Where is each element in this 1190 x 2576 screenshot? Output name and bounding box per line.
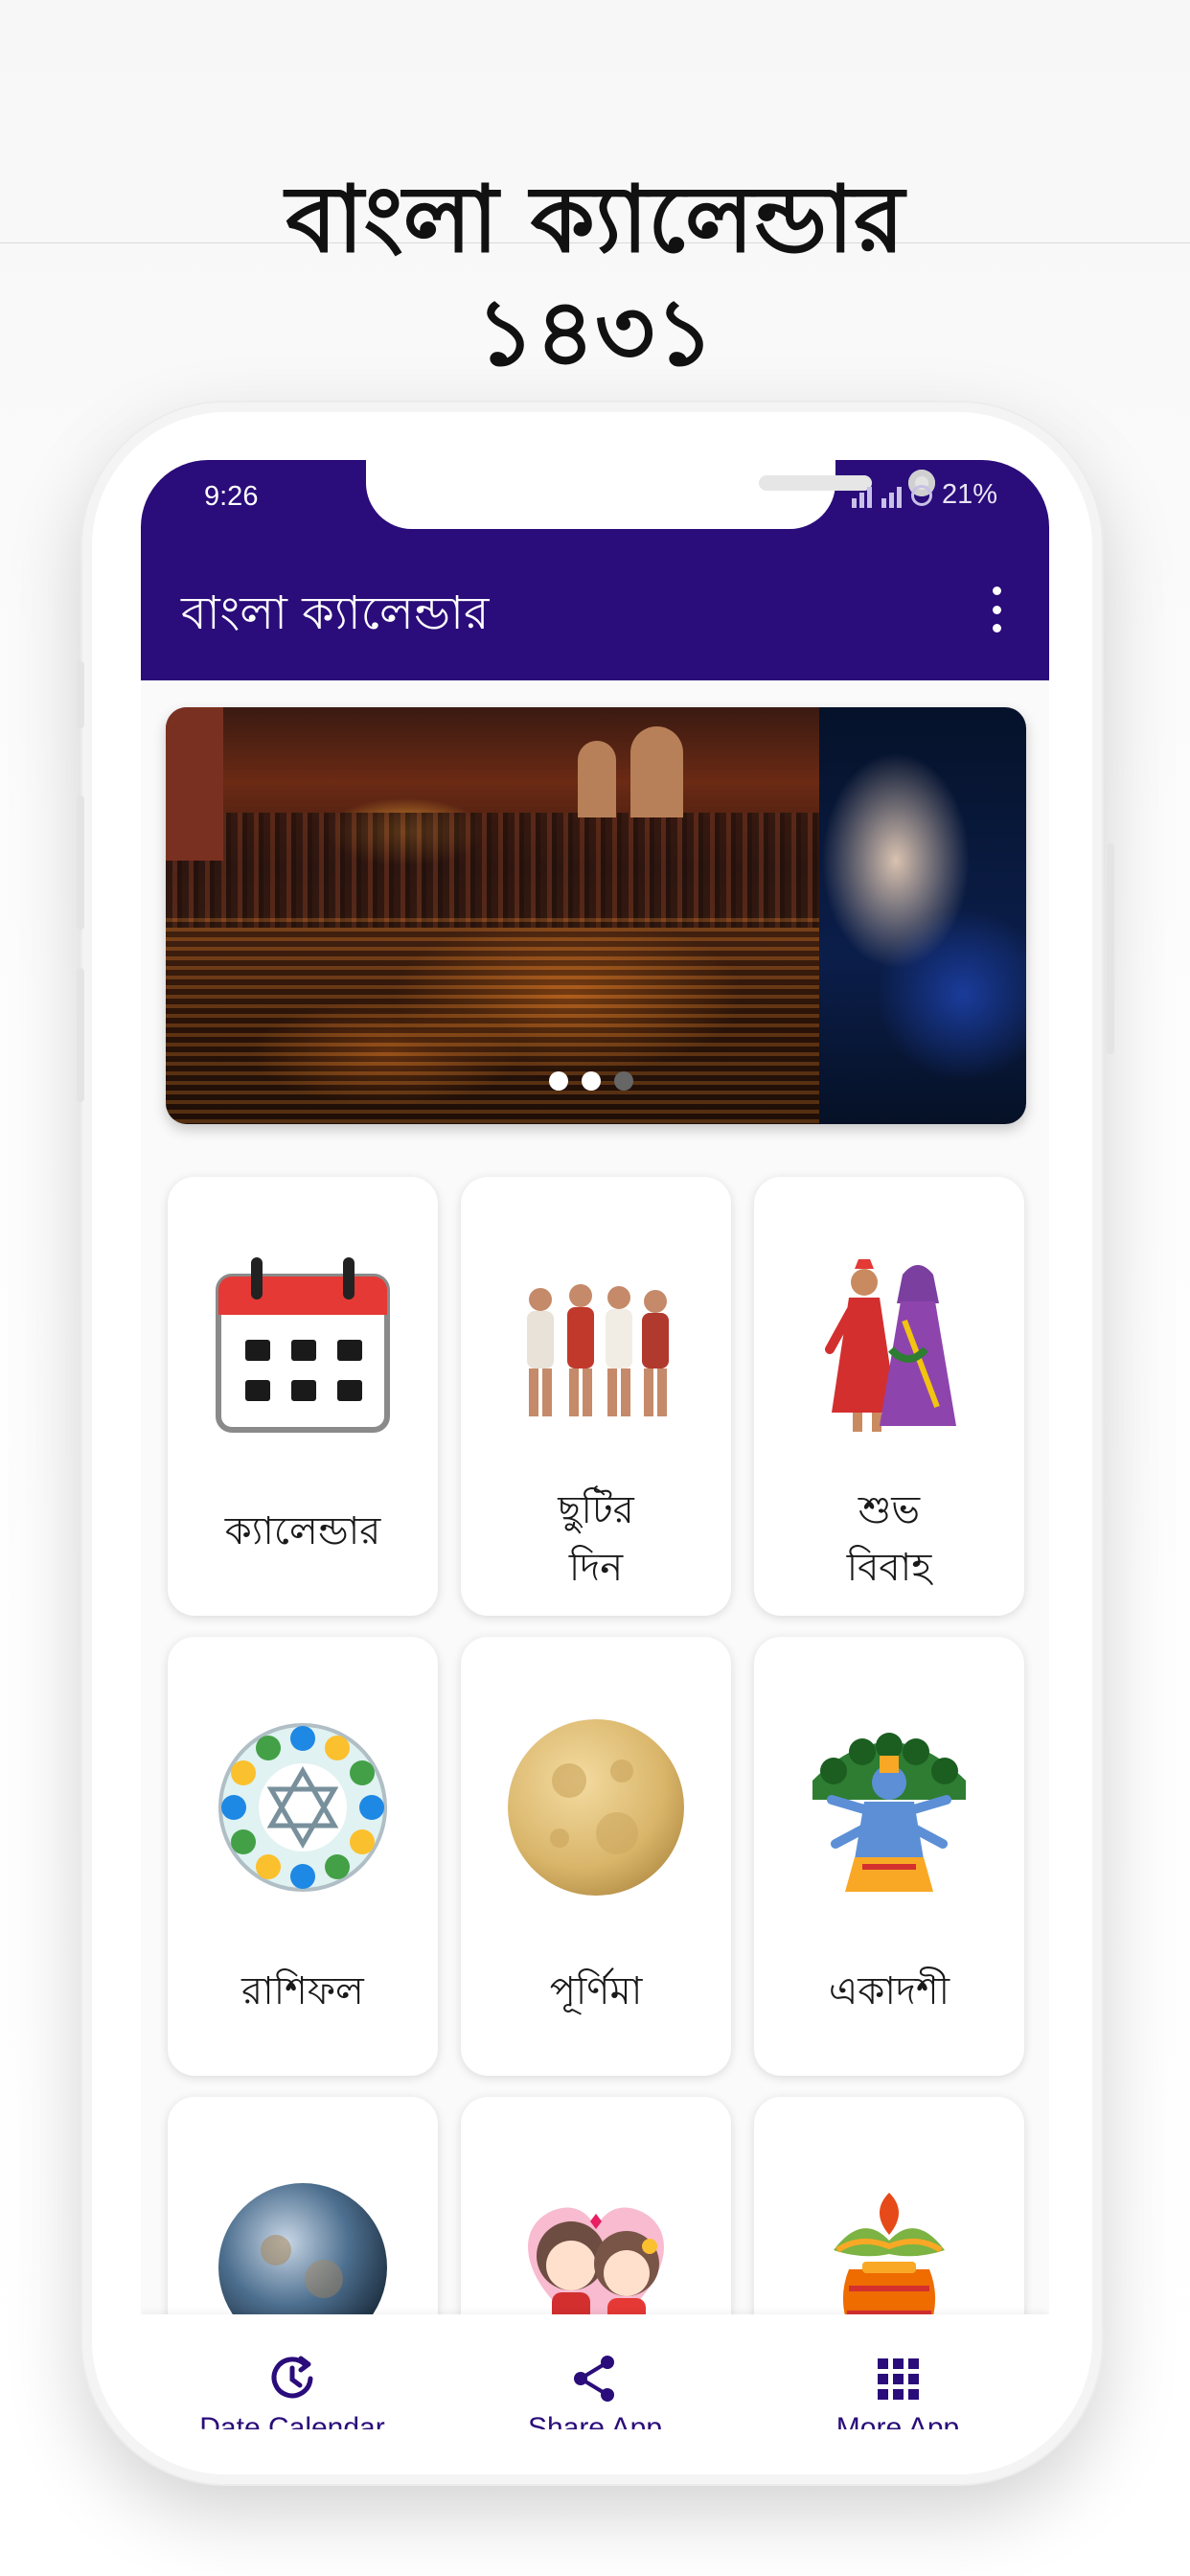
signal-icon bbox=[851, 483, 872, 508]
nav-label: Date Calendar bbox=[199, 2412, 385, 2429]
feature-label: রাশিফল bbox=[241, 1969, 364, 2013]
phone-screen: 9:26 21% বাংলা ক্যালেন্ডার ক্যালেন্ডার ছ… bbox=[141, 460, 1049, 2429]
battery-percent: 21% bbox=[941, 479, 997, 510]
phone-volume-up bbox=[77, 795, 84, 930]
vishnu-icon bbox=[812, 1733, 966, 1892]
feature-grid: ক্যালেন্ডার ছুটির দিন শুভ বিবাহ রাশিফল প… bbox=[168, 1177, 1024, 2429]
app-title: বাংলা ক্যালেন্ডার bbox=[181, 586, 490, 640]
zodiac-wheel-icon bbox=[218, 1723, 387, 1892]
river-water bbox=[166, 918, 819, 1124]
full-moon-icon bbox=[508, 1719, 684, 1896]
nav-date-calendar[interactable]: Date Calendar bbox=[141, 2314, 444, 2429]
nav-label: Share App bbox=[527, 2412, 663, 2429]
bottom-navigation: Date Calendar Share App More App bbox=[141, 2314, 1049, 2429]
nav-more-app[interactable]: More App bbox=[746, 2314, 1049, 2429]
left-building bbox=[166, 707, 223, 861]
carousel-dot[interactable] bbox=[614, 1071, 633, 1091]
feature-card-rashifal[interactable]: রাশিফল bbox=[168, 1637, 438, 2076]
image-carousel[interactable] bbox=[166, 707, 1026, 1124]
carousel-dot[interactable] bbox=[582, 1071, 601, 1091]
holiday-people-icon bbox=[527, 1284, 669, 1416]
calendar-icon bbox=[216, 1257, 390, 1433]
carousel-slide-ganesha[interactable] bbox=[819, 707, 1026, 1124]
status-bar: 9:26 21% bbox=[141, 460, 1049, 529]
feature-label: শুভ বিবাহ bbox=[846, 1488, 932, 1590]
apps-grid-icon bbox=[878, 2358, 919, 2400]
feature-card-wedding[interactable]: শুভ বিবাহ bbox=[754, 1177, 1024, 1616]
battery-icon bbox=[910, 484, 932, 506]
nav-label: More App bbox=[835, 2412, 960, 2429]
feature-card-purnima[interactable]: পূর্ণিমা bbox=[461, 1637, 731, 2076]
phone-side-button bbox=[77, 661, 84, 728]
wedding-couple-icon bbox=[825, 1259, 956, 1432]
status-icons: 21% bbox=[851, 479, 997, 511]
feature-label: একাদশী bbox=[828, 1969, 950, 2013]
date-calendar-icon bbox=[271, 2356, 313, 2399]
promo-title-line1: বাংলা ক্যালেন্ডার bbox=[286, 166, 904, 273]
status-time: 9:26 bbox=[204, 481, 259, 512]
phone-volume-down bbox=[77, 968, 84, 1102]
promo-title-line2: ১৪৩১ bbox=[475, 279, 715, 386]
phone-power-button bbox=[1107, 843, 1114, 1054]
feature-label: ছুটির দিন bbox=[558, 1488, 634, 1590]
temple-spire bbox=[578, 741, 616, 817]
main-content: ক্যালেন্ডার ছুটির দিন শুভ বিবাহ রাশিফল প… bbox=[141, 680, 1049, 2429]
nav-share-app[interactable]: Share App bbox=[444, 2314, 746, 2429]
crowd-silhouette bbox=[166, 813, 819, 928]
promo-title: বাংলা ক্যালেন্ডার ১৪৩১ bbox=[0, 163, 1190, 389]
share-icon bbox=[574, 2356, 614, 2402]
notch bbox=[366, 460, 935, 529]
carousel-dot[interactable] bbox=[549, 1071, 568, 1091]
feature-card-ekadashi[interactable]: একাদশী bbox=[754, 1637, 1024, 2076]
feature-card-calendar[interactable]: ক্যালেন্ডার bbox=[168, 1177, 438, 1616]
feature-label: ক্যালেন্ডার bbox=[224, 1509, 381, 1553]
feature-card-holidays[interactable]: ছুটির দিন bbox=[461, 1177, 731, 1616]
app-bar: বাংলা ক্যালেন্ডার bbox=[141, 529, 1049, 680]
temple-spire-2 bbox=[630, 726, 683, 817]
signal-icon-2 bbox=[881, 483, 902, 508]
feature-label: পূর্ণিমা bbox=[549, 1969, 643, 2013]
more-vert-icon[interactable] bbox=[982, 583, 1011, 636]
carousel-dots bbox=[549, 1071, 633, 1091]
carousel-slide-ganga-aarti[interactable] bbox=[166, 707, 819, 1124]
